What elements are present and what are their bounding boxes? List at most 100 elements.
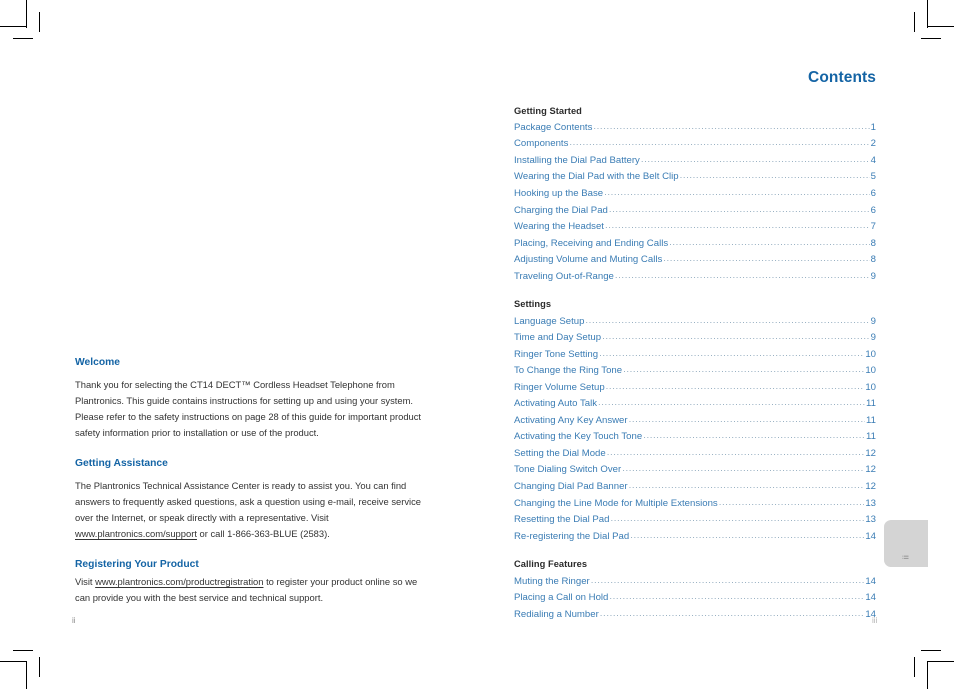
toc-entry[interactable]: Time and Day Setup......................… bbox=[514, 333, 876, 350]
toc-dot-leader: ........................................… bbox=[628, 482, 865, 491]
toc-dot-leader: ........................................… bbox=[599, 609, 865, 619]
toc-entry-page-number: 11 bbox=[866, 399, 876, 410]
toc-dot-leader: ........................................… bbox=[602, 333, 870, 342]
toc-entry[interactable]: Tone Dialing Switch Over................… bbox=[514, 465, 876, 482]
toc-dot-leader: ........................................… bbox=[643, 432, 866, 441]
toc-entry-label: Activating the Key Touch Tone bbox=[514, 432, 643, 443]
page-number-left: ii bbox=[72, 616, 76, 625]
toc-entry-page-number: 8 bbox=[870, 255, 876, 266]
toc-entry[interactable]: Charging the Dial Pad...................… bbox=[514, 206, 876, 223]
toc-entry-label: Adjusting Volume and Muting Calls bbox=[514, 255, 663, 266]
toc-dot-leader: ........................................… bbox=[606, 448, 865, 458]
toc-entry[interactable]: Resetting the Dial Pad..................… bbox=[514, 515, 876, 532]
toc-dot-leader: ........................................… bbox=[669, 238, 870, 248]
toc-dot-leader: ........................................… bbox=[622, 465, 864, 475]
toc-entry-page-number: 14 bbox=[865, 531, 876, 542]
table-of-contents: Contents Getting Started Package Contents… bbox=[514, 70, 876, 626]
toc-dot-leader: ........................................… bbox=[608, 205, 870, 215]
registering-text-before-link: Visit bbox=[75, 576, 96, 588]
toc-section-heading: Getting Started bbox=[514, 105, 582, 116]
toc-entry[interactable]: Activating the Key Touch Tone...........… bbox=[514, 432, 876, 449]
trim-mark-vertical bbox=[39, 12, 40, 32]
toc-entry[interactable]: Activating Any Key Answer...............… bbox=[514, 416, 876, 433]
toc-entry[interactable]: Muting the Ringer.......................… bbox=[514, 577, 876, 594]
toc-entry-label: Ringer Volume Setup bbox=[514, 382, 605, 393]
toc-entry[interactable]: Ringer Volume Setup.....................… bbox=[514, 383, 876, 400]
toc-entry[interactable]: Installing the Dial Pad Battery.........… bbox=[514, 156, 876, 173]
toc-entry-label: Language Setup bbox=[514, 316, 585, 327]
toc-dot-leader: ........................................… bbox=[605, 382, 865, 392]
toc-dot-leader: ........................................… bbox=[604, 188, 870, 198]
crop-mark-horizontal bbox=[0, 661, 26, 662]
toc-entry-page-number: 12 bbox=[865, 448, 876, 459]
toc-entry-label: Activating Any Key Answer bbox=[514, 415, 628, 426]
toc-entry[interactable]: Activating Auto Talk....................… bbox=[514, 399, 876, 416]
toc-entry[interactable]: Redialing a Number......................… bbox=[514, 610, 876, 627]
document-page: Contents Getting Started Package Contents… bbox=[0, 0, 954, 689]
crop-mark-vertical bbox=[927, 661, 928, 689]
toc-entry-label: Ringer Tone Setting bbox=[514, 349, 599, 360]
toc-entry[interactable]: Changing the Line Mode for Multiple Exte… bbox=[514, 499, 876, 516]
toc-entry-page-number: 8 bbox=[870, 238, 876, 249]
toc-entry-page-number: 5 bbox=[870, 172, 876, 183]
toc-entry[interactable]: Adjusting Volume and Muting Calls.......… bbox=[514, 255, 876, 272]
crop-mark-horizontal bbox=[0, 26, 26, 27]
toc-entry-page-number: 4 bbox=[870, 155, 876, 166]
toc-dot-leader: ........................................… bbox=[718, 498, 865, 508]
toc-entry[interactable]: Package Contents........................… bbox=[514, 123, 876, 140]
toc-entry[interactable]: Re-registering the Dial Pad.............… bbox=[514, 532, 876, 549]
toc-entry-label: Placing, Receiving and Ending Calls bbox=[514, 238, 669, 249]
toc-entry-page-number: 9 bbox=[870, 316, 876, 327]
toc-entry[interactable]: Language Setup..........................… bbox=[514, 317, 876, 334]
toc-dot-leader: ........................................… bbox=[679, 172, 870, 182]
toc-entry[interactable]: Placing, Receiving and Ending Calls.....… bbox=[514, 239, 876, 256]
toc-entry-label: Wearing the Headset bbox=[514, 222, 604, 233]
trim-mark-horizontal bbox=[921, 650, 941, 651]
toc-entry[interactable]: Setting the Dial Mode...................… bbox=[514, 449, 876, 466]
toc-dot-leader: ........................................… bbox=[630, 531, 864, 541]
toc-dot-leader: ........................................… bbox=[623, 366, 864, 375]
toc-entry[interactable]: Wearing the Dial Pad with the Belt Clip.… bbox=[514, 172, 876, 189]
toc-entry-label: Placing a Call on Hold bbox=[514, 593, 609, 604]
toc-body: Getting Started Package Contents.........… bbox=[514, 105, 876, 627]
toc-entry[interactable]: Wearing the Headset.....................… bbox=[514, 222, 876, 239]
assistance-text-before-link: The Plantronics Technical Assistance Cen… bbox=[75, 480, 422, 524]
toc-dot-leader: ........................................… bbox=[598, 399, 865, 408]
toc-dot-leader: ........................................… bbox=[614, 271, 870, 281]
toc-dot-leader: ........................................… bbox=[609, 593, 865, 602]
toc-entry[interactable]: To Change the Ring Tone.................… bbox=[514, 366, 876, 383]
trim-mark-vertical bbox=[914, 657, 915, 677]
trim-mark-horizontal bbox=[13, 38, 33, 39]
toc-entry-label: Setting the Dial Mode bbox=[514, 448, 606, 459]
toc-entry-label: Installing the Dial Pad Battery bbox=[514, 155, 640, 166]
toc-entry[interactable]: Ringer Tone Setting.....................… bbox=[514, 350, 876, 367]
toc-entry-page-number: 12 bbox=[865, 465, 876, 476]
crop-mark-vertical bbox=[26, 0, 27, 28]
toc-entry-label: Traveling Out-of-Range bbox=[514, 271, 614, 282]
welcome-body: Thank you for selecting the CT14 DECT™ C… bbox=[75, 379, 422, 439]
toc-entry[interactable]: Hooking up the Base.....................… bbox=[514, 189, 876, 206]
plantronics-support-link[interactable]: www.plantronics.com/support bbox=[75, 528, 197, 539]
crop-mark-vertical bbox=[927, 0, 928, 28]
toc-entry-label: Hooking up the Base bbox=[514, 188, 604, 199]
toc-entry-label: Components bbox=[514, 139, 569, 150]
toc-entry[interactable]: Changing Dial Pad Banner................… bbox=[514, 482, 876, 499]
trim-mark-horizontal bbox=[921, 38, 941, 39]
toc-entry[interactable]: Placing a Call on Hold..................… bbox=[514, 593, 876, 610]
toc-dot-leader: ........................................… bbox=[628, 415, 866, 425]
toc-entry-page-number: 10 bbox=[865, 349, 876, 360]
toc-entry[interactable]: Traveling Out-of-Range..................… bbox=[514, 272, 876, 289]
registering-product-heading: Registering Your Product bbox=[75, 558, 199, 570]
toc-entry-page-number: 6 bbox=[870, 205, 876, 216]
toc-entry-page-number: 13 bbox=[865, 498, 876, 509]
toc-dot-leader: ........................................… bbox=[640, 155, 870, 165]
toc-dot-leader: ........................................… bbox=[590, 576, 865, 586]
toc-dot-leader: ........................................… bbox=[585, 316, 870, 326]
toc-entry[interactable]: Components..............................… bbox=[514, 139, 876, 156]
toc-dot-leader: ........................................… bbox=[604, 222, 870, 231]
plantronics-product-registration-link[interactable]: www.plantronics.com/productregistration bbox=[95, 576, 263, 587]
crop-mark-horizontal bbox=[928, 661, 954, 662]
trim-mark-vertical bbox=[914, 12, 915, 32]
assistance-text-after-link: or call 1-866-363-BLUE (2583). bbox=[196, 527, 330, 539]
section-thumb-tab-label: ii bbox=[901, 555, 911, 560]
